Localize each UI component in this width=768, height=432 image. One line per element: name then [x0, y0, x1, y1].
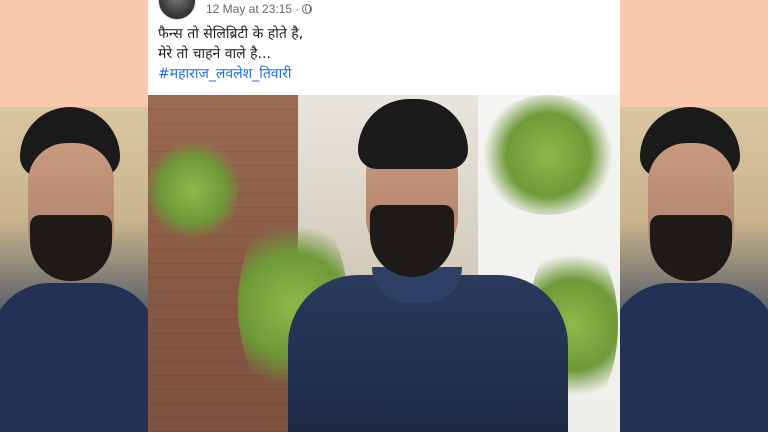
- meta-separator: ·: [295, 2, 300, 16]
- post-text-line-2: मेरे तो चाहने वाले है...: [158, 46, 271, 62]
- post-meta: 12 May at 23:15 ·: [206, 2, 313, 16]
- post-photo[interactable]: [148, 95, 620, 432]
- background-left-top: [0, 0, 148, 107]
- hoodie-shape: [620, 283, 768, 432]
- blurred-background-left: [0, 107, 148, 432]
- post-text: फैन्स तो सेलिब्रिटी के होते है, मेरे तो …: [158, 24, 608, 84]
- globe-icon[interactable]: [302, 4, 313, 14]
- blurred-background-right: [620, 107, 768, 432]
- post-text-line-1: फैन्स तो सेलिब्रिटी के होते है,: [158, 26, 304, 42]
- beard-shape: [30, 215, 112, 281]
- avatar[interactable]: [158, 0, 196, 20]
- hashtag-link[interactable]: #महाराज_लवलेश_तिवारी: [158, 64, 608, 84]
- post-timestamp[interactable]: 12 May at 23:15: [206, 2, 292, 16]
- background-right-top: [620, 0, 768, 107]
- hair-shape: [358, 99, 468, 169]
- beard-shape: [650, 215, 732, 281]
- post-header: 12 May at 23:15 ·: [148, 0, 620, 20]
- hoodie-shape: [0, 283, 148, 432]
- facebook-post: 12 May at 23:15 · फैन्स तो सेलिब्रिटी के …: [148, 0, 620, 432]
- photo-foliage: [148, 135, 238, 245]
- photo-person: [288, 95, 568, 432]
